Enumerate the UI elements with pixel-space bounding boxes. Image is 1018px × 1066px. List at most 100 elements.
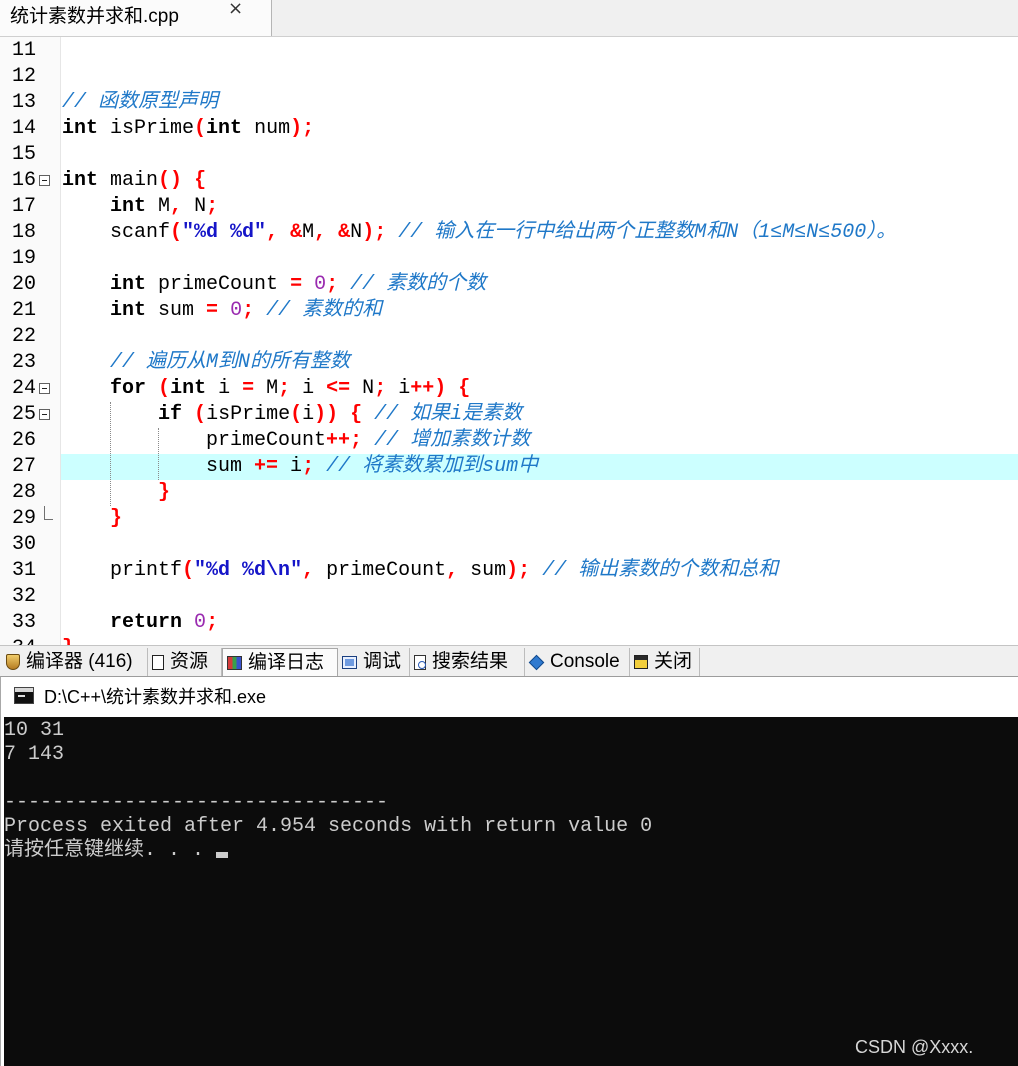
gutter-cell[interactable]: 28 [0, 480, 61, 506]
gutter-cell[interactable]: 33 [0, 610, 61, 636]
search-results-icon [414, 654, 426, 670]
code-text[interactable]: primeCount++; // 增加素数计数 [61, 428, 1018, 454]
gutter-cell[interactable]: 30 [0, 532, 61, 558]
console-output-area[interactable]: 10 31 7 143 ----------------------------… [4, 717, 1018, 1066]
file-tab-label: 统计素数并求和.cpp [10, 6, 179, 27]
code-text[interactable]: } [61, 506, 1018, 532]
close-tab-icon[interactable]: × [228, 0, 243, 18]
code-line: 28 } [0, 480, 1018, 506]
gutter-cell[interactable]: 32 [0, 584, 61, 610]
fold-collapse-icon[interactable] [39, 383, 50, 394]
indent-guide [158, 428, 159, 480]
code-text[interactable]: // 函数原型声明 [61, 90, 1018, 116]
line-number: 16 [11, 169, 36, 192]
code-line: 34} [0, 636, 1018, 645]
code-text[interactable]: int main() { [61, 168, 1018, 194]
operator-token: , [266, 221, 279, 244]
string-token: "%d %d" [182, 221, 267, 244]
gutter-cell[interactable]: 22 [0, 324, 61, 350]
code-text[interactable]: return 0; [61, 610, 1018, 636]
code-line: 12 [0, 64, 1018, 90]
code-text[interactable]: scanf("%d %d", &M, &N); // 输入在一行中给出两个正整数… [61, 220, 1018, 246]
gutter-cell[interactable]: 12 [0, 64, 61, 90]
code-text[interactable]: // 遍历从M到N的所有整数 [61, 350, 1018, 376]
console-window[interactable]: D:\C++\统计素数并求和.exe 10 31 7 143 ---------… [0, 676, 1018, 1066]
console-titlebar[interactable]: D:\C++\统计素数并求和.exe [1, 677, 1018, 717]
code-text[interactable]: sum += i; // 将素数累加到sum中 [61, 454, 1018, 480]
fold-collapse-icon[interactable] [39, 409, 50, 420]
gutter-cell[interactable]: 19 [0, 246, 61, 272]
gutter-cell[interactable]: 34 [0, 636, 61, 645]
operator-token: & [338, 221, 351, 244]
code-lines: 11 12 13// 函数原型声明 14 int isPrime(int num); 15… [0, 38, 1018, 645]
code-text[interactable]: int isPrime(int num); [61, 116, 1018, 142]
gutter-cell[interactable]: 17 [0, 194, 61, 220]
code-text[interactable] [61, 246, 1018, 272]
gutter-cell[interactable]: 15 [0, 142, 61, 168]
code-text[interactable] [61, 584, 1018, 610]
gutter-cell[interactable]: 31 [0, 558, 61, 584]
gutter-cell[interactable]: 20 [0, 272, 61, 298]
gutter-cell[interactable]: 14 [0, 116, 61, 142]
operator-token: () [158, 169, 183, 192]
current-code-line: 27 sum += i; // 将素数累加到sum中 [0, 454, 1018, 480]
code-line: 32 [0, 584, 1018, 610]
code-text[interactable]: } [61, 480, 1018, 506]
line-number: 30 [11, 533, 36, 556]
gutter-cell[interactable]: 23 [0, 350, 61, 376]
code-text[interactable] [61, 38, 1018, 64]
file-tab-bar: 统计素数并求和.cpp × [0, 0, 1018, 37]
code-text[interactable] [61, 64, 1018, 90]
gutter-cell[interactable]: 26 [0, 428, 61, 454]
code-editor[interactable]: 11 12 13// 函数原型声明 14 int isPrime(int num); 15… [0, 37, 1018, 645]
plain-token: N [350, 221, 363, 244]
code-text[interactable] [61, 532, 1018, 558]
gutter-cell[interactable]: 25 [0, 402, 61, 428]
comment-token: // 函数原型声明 [62, 91, 219, 114]
code-text[interactable] [61, 142, 1018, 168]
code-text[interactable]: printf("%d %d\n", primeCount, sum); // 输… [61, 558, 1018, 584]
tab-compile-log[interactable]: 编译日志 [222, 648, 338, 676]
gutter-cell[interactable]: 27 [0, 454, 61, 480]
gutter-cell[interactable]: 16 [0, 168, 61, 194]
file-tab[interactable]: 统计素数并求和.cpp × [0, 0, 272, 36]
gutter-cell[interactable]: 11 [0, 38, 61, 64]
tab-debug[interactable]: 调试 [338, 648, 410, 676]
code-text[interactable]: for (int i = M; i <= N; i++) { [61, 376, 1018, 402]
tab-console[interactable]: Console [525, 648, 630, 676]
tab-close-panel[interactable]: 关闭 [630, 648, 700, 676]
plain-token: primeCount [62, 429, 327, 452]
tab-resources[interactable]: 资源 [148, 648, 222, 676]
fold-collapse-icon[interactable] [39, 175, 50, 186]
code-text[interactable]: int sum = 0; // 素数的和 [61, 298, 1018, 324]
console-prompt-line: 请按任意键继续. . . [4, 839, 652, 863]
gutter-cell[interactable]: 13 [0, 90, 61, 116]
code-text[interactable]: if (isPrime(i)) { // 如果i是素数 [61, 402, 1018, 428]
code-line: 23 // 遍历从M到N的所有整数 [0, 350, 1018, 376]
code-text[interactable]: int M, N; [61, 194, 1018, 220]
gutter-cell[interactable]: 24 [0, 376, 61, 402]
code-line: 30 [0, 532, 1018, 558]
line-number: 23 [11, 351, 36, 374]
code-text[interactable]: int primeCount = 0; // 素数的个数 [61, 272, 1018, 298]
plain-token: N [350, 377, 375, 400]
operator-token: } [110, 507, 123, 530]
code-text[interactable] [61, 324, 1018, 350]
line-number: 33 [11, 611, 36, 634]
code-text[interactable]: } [61, 636, 1018, 645]
debug-icon [342, 655, 357, 669]
gutter-cell[interactable]: 29 [0, 506, 61, 532]
gutter-cell[interactable]: 21 [0, 298, 61, 324]
operator-token: )) [314, 403, 339, 426]
tab-search-results[interactable]: 搜索结果 [410, 648, 525, 676]
gutter-cell[interactable]: 18 [0, 220, 61, 246]
tab-compiler[interactable]: 编译器 (416) [2, 648, 148, 676]
